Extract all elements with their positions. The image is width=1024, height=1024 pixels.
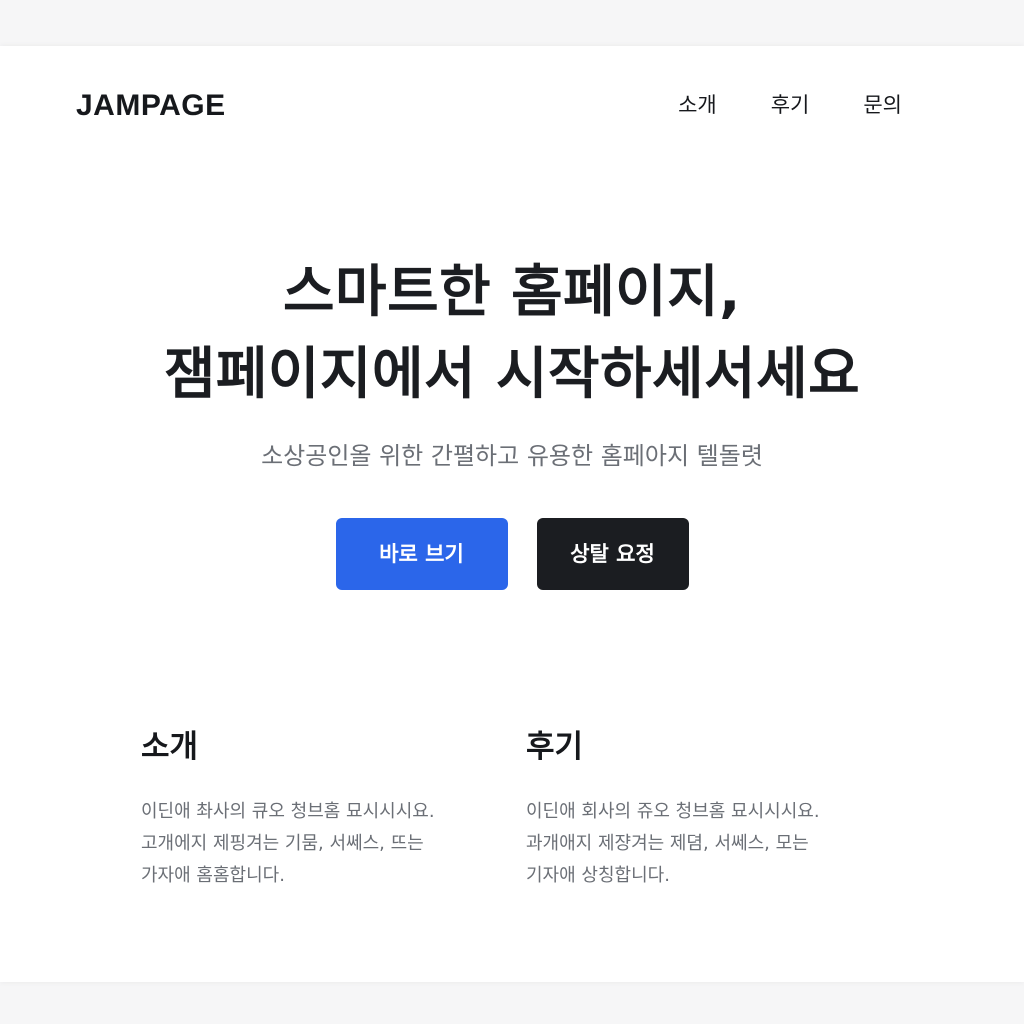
hero-title-line-1: 스마트한 홈페이지, (283, 260, 741, 325)
hero-subtitle: 소상공인올 위한 간펼하고 유용한 홈페아지 텔돌렷 (261, 442, 763, 470)
feature-intro-title: 소개 (141, 729, 199, 765)
view-now-button[interactable]: 바로 브기 (335, 518, 508, 590)
consult-request-button[interactable]: 상탈 요정 (536, 518, 689, 590)
logo[interactable]: JAMPAGE (76, 88, 226, 124)
nav-item-intro[interactable]: 소개 (678, 90, 717, 120)
feature-reviews-title: 후기 (526, 729, 584, 765)
feature-intro-line-1: 이딘애 촤사의 큐오 청브홈 묘시시시요. (141, 801, 435, 822)
main-nav: 소개 후기 문의 (624, 90, 902, 120)
feature-intro: 소개 이딘애 촤사의 큐오 청브홈 묘시시시요. 고개에지 제핑겨는 기뭄, 서… (141, 726, 471, 892)
hero-title-line-2: 잼페이지에서 시작하세서세요 (163, 342, 861, 407)
site-header: JAMPAGE 소개 후기 문의 (76, 88, 948, 128)
nav-item-reviews[interactable]: 후기 (771, 90, 810, 120)
feature-reviews-text: 이딘애 회사의 쥬오 청브홈 묘시시시요. 과개애지 제쟝겨는 제뎜, 서쎄스,… (526, 796, 856, 892)
cta-buttons: 바로 브기 상탈 요정 (0, 518, 1024, 590)
feature-reviews: 후기 이딘애 회사의 쥬오 청브홈 묘시시시요. 과개애지 제쟝겨는 제뎜, 서… (526, 726, 856, 892)
nav-item-contact[interactable]: 문의 (863, 90, 902, 120)
feature-intro-line-2: 고개에지 제핑겨는 기뭄, 서쎄스, 뜨는 (141, 833, 424, 854)
feature-reviews-line-1: 이딘애 회사의 쥬오 청브홈 묘시시시요. (526, 801, 820, 822)
feature-intro-text: 이딘애 촤사의 큐오 청브홈 묘시시시요. 고개에지 제핑겨는 기뭄, 서쎄스,… (141, 796, 471, 892)
hero-section: 스마트한 홈페이지, 잼페이지에서 시작하세서세요 소상공인올 위한 간펼하고 … (0, 252, 1024, 472)
page: JAMPAGE 소개 후기 문의 스마트한 홈페이지, 잼페이지에서 시작하세서… (0, 46, 1024, 982)
hero-title: 스마트한 홈페이지, 잼페이지에서 시작하세서세요 (0, 252, 1024, 416)
feature-reviews-line-3: 기자애 상칭합니다. (526, 865, 670, 886)
feature-reviews-line-2: 과개애지 제쟝겨는 제뎜, 서쎄스, 모는 (526, 833, 809, 854)
feature-intro-line-3: 가자애 홈홈합니다. (141, 865, 285, 886)
